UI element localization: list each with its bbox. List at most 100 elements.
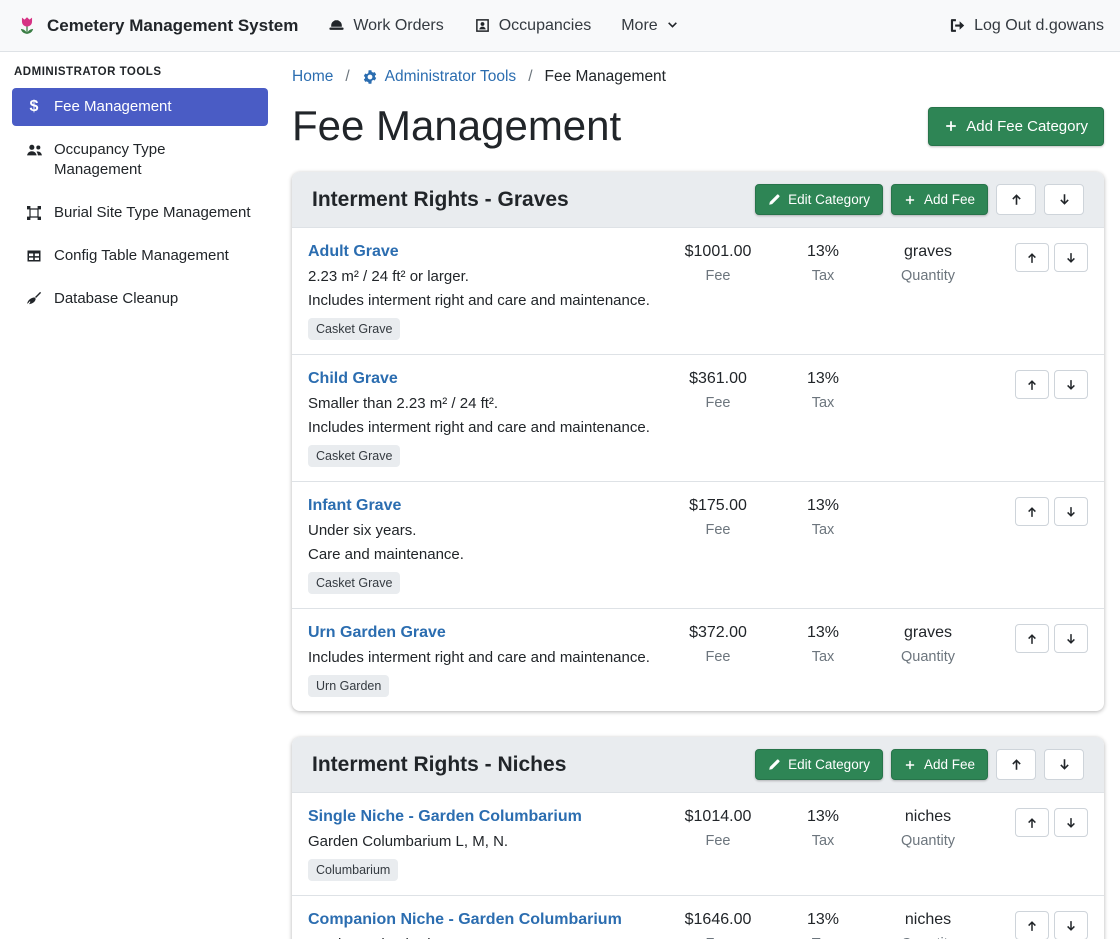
category-header: Interment Rights - Graves Edit Category … (292, 172, 1104, 228)
quantity-unit: graves (872, 624, 984, 642)
category-move-down-button[interactable] (1044, 184, 1084, 215)
category-move-up-button[interactable] (996, 184, 1036, 215)
fee-move-up-button[interactable] (1015, 497, 1049, 526)
fee-amount-column: $1014.00 Fee (662, 808, 774, 849)
add-fee-category-button[interactable]: Add Fee Category (928, 107, 1104, 146)
tulip-logo-icon (16, 15, 38, 37)
category-actions: Edit Category Add Fee (755, 749, 1084, 780)
sidebar-item-burial-site-type[interactable]: Burial Site Type Management (12, 194, 268, 232)
fee-move-up-button[interactable] (1015, 243, 1049, 272)
pencil-icon (768, 194, 780, 206)
arrow-down-icon (1065, 633, 1077, 645)
category-card-niches: Interment Rights - Niches Edit Category … (292, 737, 1104, 939)
tax-label: Tax (774, 395, 872, 411)
fee-name-link[interactable]: Child Grave (308, 370, 398, 387)
tax-label: Tax (774, 833, 872, 849)
page-title-row: Fee Management Add Fee Category (292, 102, 1104, 150)
sidebar-item-label: Config Table Management (54, 246, 229, 266)
fee-reorder-controls (984, 370, 1088, 399)
fee-move-up-button[interactable] (1015, 911, 1049, 939)
fee-move-down-button[interactable] (1054, 497, 1088, 526)
tax-value: 13% (774, 911, 872, 929)
sidebar-item-label: Fee Management (54, 97, 172, 117)
main-content: Home / Administrator Tools / Fee Managem… (280, 52, 1120, 939)
fee-description-line: 2.23 m² / 24 ft² or larger. (308, 268, 662, 285)
tax-column: 13% Tax (774, 243, 872, 284)
fee-move-up-button[interactable] (1015, 370, 1049, 399)
arrow-down-icon (1065, 252, 1077, 264)
edit-category-button[interactable]: Edit Category (755, 749, 883, 780)
fee-amount-label: Fee (662, 395, 774, 411)
logout-icon (949, 17, 966, 34)
fee-move-down-button[interactable] (1054, 911, 1088, 939)
fee-info: Infant Grave Under six years. Care and m… (308, 497, 662, 594)
fee-amount-column: $361.00 Fee (662, 370, 774, 411)
breadcrumb-admin-tools-label: Administrator Tools (385, 68, 517, 86)
fee-move-up-button[interactable] (1015, 808, 1049, 837)
app-brand[interactable]: Cemetery Management System (16, 15, 298, 37)
sidebar-item-occupancy-type[interactable]: Occupancy Type Management (12, 131, 268, 189)
add-fee-label: Add Fee (924, 757, 975, 772)
fee-row: Urn Garden Grave Includes interment righ… (292, 608, 1104, 711)
fee-amount-label: Fee (662, 833, 774, 849)
page-title: Fee Management (292, 102, 621, 150)
fee-name-link[interactable]: Single Niche - Garden Columbarium (308, 808, 582, 825)
quantity-label: Quantity (872, 268, 984, 284)
fee-reorder-controls (984, 243, 1088, 272)
fee-type-badge: Casket Grave (308, 318, 400, 340)
sidebar-item-fee-management[interactable]: $ Fee Management (12, 88, 268, 126)
admin-sidebar: Administrator Tools $ Fee Management Occ… (0, 52, 280, 939)
add-fee-button[interactable]: Add Fee (891, 184, 988, 215)
category-title: Interment Rights - Graves (312, 188, 755, 212)
sidebar-item-label: Occupancy Type Management (54, 140, 256, 180)
edit-category-label: Edit Category (788, 192, 870, 207)
fee-type-badge: Casket Grave (308, 445, 400, 467)
fee-name-link[interactable]: Adult Grave (308, 243, 399, 260)
fee-description-line: Under six years. (308, 522, 662, 539)
sidebar-item-database-cleanup[interactable]: Database Cleanup (12, 280, 268, 318)
fee-move-down-button[interactable] (1054, 243, 1088, 272)
add-fee-label: Add Fee (924, 192, 975, 207)
fee-row: Adult Grave 2.23 m² / 24 ft² or larger. … (292, 228, 1104, 354)
arrow-down-icon (1065, 920, 1077, 932)
breadcrumb-admin-tools-link[interactable]: Administrator Tools (362, 68, 517, 86)
arrow-up-icon (1026, 379, 1038, 391)
logout-link[interactable]: Log Out d.gowans (949, 17, 1104, 35)
nav-work-orders-label: Work Orders (353, 17, 443, 35)
category-move-up-button[interactable] (996, 749, 1036, 780)
fee-move-up-button[interactable] (1015, 624, 1049, 653)
edit-category-button[interactable]: Edit Category (755, 184, 883, 215)
breadcrumb-home-link[interactable]: Home (292, 68, 333, 86)
top-navbar: Cemetery Management System Work Orders O… (0, 0, 1120, 52)
fee-info: Child Grave Smaller than 2.23 m² / 24 ft… (308, 370, 662, 467)
fee-name-link[interactable]: Infant Grave (308, 497, 401, 514)
fee-name-link[interactable]: Urn Garden Grave (308, 624, 446, 641)
category-fee-list: Single Niche - Garden Columbarium Garden… (292, 793, 1104, 939)
nav-work-orders[interactable]: Work Orders (328, 17, 443, 35)
edit-category-label: Edit Category (788, 757, 870, 772)
add-fee-button[interactable]: Add Fee (891, 749, 988, 780)
fee-amount: $1646.00 (662, 911, 774, 929)
logout-label: Log Out d.gowans (974, 17, 1104, 35)
nav-more-menu[interactable]: More (621, 17, 678, 35)
fee-move-down-button[interactable] (1054, 624, 1088, 653)
quantity-unit: niches (872, 911, 984, 929)
sidebar-item-label: Database Cleanup (54, 289, 178, 309)
fee-amount: $175.00 (662, 497, 774, 515)
tax-label: Tax (774, 649, 872, 665)
category-move-down-button[interactable] (1044, 749, 1084, 780)
category-header: Interment Rights - Niches Edit Category … (292, 737, 1104, 793)
fee-info: Adult Grave 2.23 m² / 24 ft² or larger. … (308, 243, 662, 340)
fee-name-link[interactable]: Companion Niche - Garden Columbarium (308, 911, 622, 928)
fee-amount-label: Fee (662, 268, 774, 284)
fee-amount: $1014.00 (662, 808, 774, 826)
fee-row: Infant Grave Under six years. Care and m… (292, 481, 1104, 608)
fee-amount-label: Fee (662, 649, 774, 665)
nav-occupancies[interactable]: Occupancies (474, 17, 592, 35)
sidebar-item-config-table[interactable]: Config Table Management (12, 237, 268, 275)
fee-move-down-button[interactable] (1054, 370, 1088, 399)
fee-move-down-button[interactable] (1054, 808, 1088, 837)
tax-value: 13% (774, 370, 872, 388)
fee-type-badge: Urn Garden (308, 675, 389, 697)
arrow-up-icon (1010, 193, 1023, 206)
